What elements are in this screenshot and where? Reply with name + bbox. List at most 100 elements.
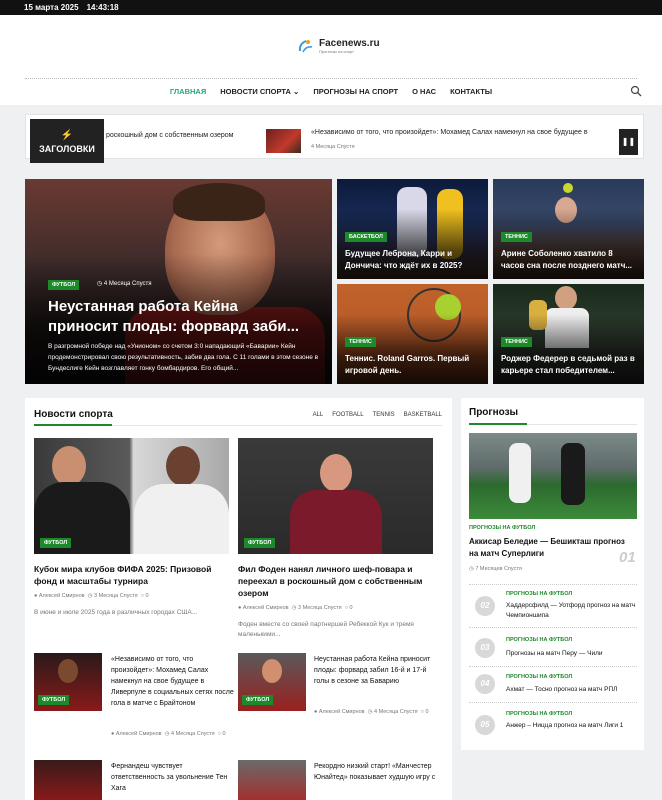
post-image[interactable]: ФУТБОЛ — [238, 653, 306, 711]
list-divider — [469, 584, 637, 585]
post-image[interactable] — [34, 760, 102, 800]
post-title[interactable]: Фил Фоден нанял личного шеф-повара и пер… — [238, 563, 438, 599]
author-icon: ● — [34, 593, 38, 599]
author-icon: ● — [314, 709, 318, 715]
filter-tennis[interactable]: TENNIS — [373, 412, 395, 418]
forecast-rank-badge: 04 — [475, 674, 495, 694]
post-title[interactable]: «Независимо от того, что произойдет»: Мо… — [111, 654, 236, 709]
header-divider — [25, 78, 637, 79]
category-tag[interactable]: ТЕННИС — [345, 337, 376, 347]
filter-football[interactable]: FOOTBALL — [332, 412, 363, 418]
logo-icon — [297, 37, 315, 55]
nav-contacts[interactable]: КОНТАКТЫ — [450, 87, 492, 96]
category-tag[interactable]: ТЕННИС — [501, 337, 532, 347]
nav-about[interactable]: О НАС — [412, 87, 436, 96]
forecast-title[interactable]: Анжер – Ницца прогноз на матч Лиги 1 — [506, 721, 638, 731]
forecast-rank-badge: 02 — [475, 596, 495, 616]
forecast-image[interactable] — [469, 433, 637, 519]
main-nav: ГЛАВНАЯ НОВОСТИ СПОРТА ⌄ ПРОГНОЗЫ НА СПО… — [0, 87, 662, 96]
site-logo[interactable]: Facenews.ru Прогнозы на спорт — [297, 37, 380, 55]
post-image[interactable]: ФУТБОЛ — [34, 438, 229, 554]
filter-basketball[interactable]: BASKETBALL — [404, 412, 442, 418]
category-tag[interactable]: БАСКЕТБОЛ — [345, 232, 387, 242]
forecast-title[interactable]: Ахмат — Тосно прогноз на матч РПЛ — [506, 685, 638, 695]
card-image-ball — [563, 183, 573, 193]
post-title[interactable]: Фернандеш чувствует ответственность за у… — [111, 761, 231, 794]
ticker-item-title[interactable]: «Независимо от того, что произойдет»: Мо… — [311, 129, 588, 136]
filter-all[interactable]: ALL — [313, 412, 324, 418]
feature-card[interactable]: ТЕННИС Арине Соболенко хватило 8 часов с… — [493, 179, 644, 279]
post-time: 3 Месяца Спустя — [93, 593, 138, 599]
forecast-title[interactable]: Прогнозы на матч Перу — Чили — [506, 649, 638, 659]
post-author[interactable]: Алексей Смирнов — [243, 605, 289, 611]
post-image[interactable] — [238, 760, 306, 800]
forecast-category[interactable]: ПРОГНОЗЫ НА ФУТБОЛ — [506, 591, 572, 597]
comment-icon: ○ — [140, 593, 145, 599]
feature-card[interactable]: ТЕННИС Теннис. Roland Garros. Первый игр… — [337, 284, 488, 384]
category-tag[interactable]: ТЕННИС — [501, 232, 532, 242]
ticker-item-text[interactable]: роскошный дом с собственным озером — [106, 132, 233, 139]
forecast-title[interactable]: Хаддерсфилд — Уотфорд прогноз на матч Че… — [506, 601, 638, 621]
forecast-title[interactable]: Аккисар Беледие — Бешикташ прогноз на ма… — [469, 536, 629, 560]
lightning-icon: ⚡ — [60, 130, 74, 141]
post-image-shirt — [134, 484, 229, 554]
post-image[interactable]: ФУТБОЛ — [238, 438, 433, 554]
category-tag[interactable]: ФУТБОЛ — [38, 695, 70, 705]
card-title[interactable]: Будущее Леброна, Карри и Дончича: что жд… — [345, 248, 480, 272]
category-tag[interactable]: ФУТБОЛ — [48, 280, 80, 290]
author-icon: ● — [111, 731, 115, 737]
post-comments[interactable]: 0 — [146, 593, 149, 599]
nav-home[interactable]: ГЛАВНАЯ — [170, 87, 206, 96]
post-author[interactable]: Алексей Смирнов — [39, 593, 85, 599]
post-meta: ● Алексей Смирнов ◷ 3 Месяца Спустя ○ 0 — [238, 605, 353, 611]
category-tag[interactable]: ФУТБОЛ — [40, 538, 72, 548]
ticker-thumbnail[interactable] — [266, 129, 301, 153]
forecast-category[interactable]: ПРОГНОЗЫ НА ФУТБОЛ — [506, 711, 572, 717]
post-image-face — [166, 446, 200, 486]
nav-forecasts[interactable]: ПРОГНОЗЫ НА СПОРТ — [313, 87, 398, 96]
post-time: 4 Месяца Спустя — [373, 709, 418, 715]
post-comments[interactable]: 0 — [223, 731, 226, 737]
feature-card[interactable]: ТЕННИС Роджер Федерер в седьмой раз в ка… — [493, 284, 644, 384]
logo-tagline: Прогнозы на спорт — [319, 48, 354, 54]
clock-icon: ◷ — [87, 593, 93, 599]
hero-title[interactable]: Неустанная работа Кейна приносит плоды: … — [48, 297, 310, 337]
post-author[interactable]: Алексей Смирнов — [116, 731, 162, 737]
ticker-label: ⚡ ЗАГОЛОВКИ — [30, 119, 104, 163]
nav-sports-news[interactable]: НОВОСТИ СПОРТА ⌄ — [220, 87, 299, 96]
hero-excerpt: В разгромной победе над «Унионом» со сче… — [48, 343, 319, 372]
card-title[interactable]: Арине Соболенко хватило 8 часов сна посл… — [501, 248, 636, 272]
forecast-category[interactable]: ПРОГНОЗЫ НА ФУТБОЛ — [506, 674, 572, 680]
card-title[interactable]: Роджер Федерер в седьмой раз в карьере с… — [501, 353, 636, 377]
list-divider — [469, 702, 637, 703]
post-image-face — [262, 659, 282, 683]
current-time: 14:43:18 — [86, 3, 119, 12]
post-title[interactable]: Неустанная работа Кейна приносит плоды: … — [314, 654, 439, 687]
site-header: Facenews.ru Прогнозы на спорт ГЛАВНАЯ НО… — [0, 15, 662, 105]
post-meta: ● Алексей Смирнов ◷ 4 Месяца Спустя ○ 0 — [111, 729, 236, 740]
post-image[interactable]: ФУТБОЛ — [34, 653, 102, 711]
post-title[interactable]: Кубок мира клубов ФИФА 2025: Призовой фо… — [34, 563, 234, 587]
forecast-rank-badge: 03 — [475, 638, 495, 658]
forecast-rank-badge: 05 — [475, 715, 495, 735]
search-icon[interactable] — [630, 85, 642, 97]
pause-icon[interactable]: ❚❚ — [619, 129, 638, 155]
sports-news-section: Новости спорта ALL FOOTBALL TENNIS BASKE… — [25, 398, 452, 800]
card-title[interactable]: Теннис. Roland Garros. Первый игровой де… — [345, 353, 480, 377]
category-tag[interactable]: ФУТБОЛ — [242, 695, 274, 705]
category-tag[interactable]: ФУТБОЛ — [244, 538, 276, 548]
chevron-down-icon: ⌄ — [293, 87, 300, 96]
hero-post[interactable]: ФУТБОЛ ◷ 4 Месяца Спустя Неустанная рабо… — [25, 179, 332, 384]
feature-card[interactable]: БАСКЕТБОЛ Будущее Леброна, Карри и Дончи… — [337, 179, 488, 279]
card-image-player — [555, 286, 577, 310]
post-comments[interactable]: 0 — [426, 709, 429, 715]
forecast-time: 7 Месяцев Спустя — [475, 566, 522, 572]
clock-icon: ◷ — [469, 566, 474, 572]
post-title[interactable]: Рекордно низкий старт! «Манчестер Юнайте… — [314, 761, 439, 783]
forecast-category[interactable]: ПРОГНОЗЫ НА ФУТБОЛ — [506, 637, 572, 643]
forecast-category[interactable]: ПРОГНОЗЫ НА ФУТБОЛ — [469, 525, 535, 531]
clock-icon: ◷ — [367, 709, 373, 715]
post-author[interactable]: Алексей Смирнов — [319, 709, 365, 715]
post-image-face — [52, 446, 86, 486]
post-comments[interactable]: 0 — [350, 605, 353, 611]
